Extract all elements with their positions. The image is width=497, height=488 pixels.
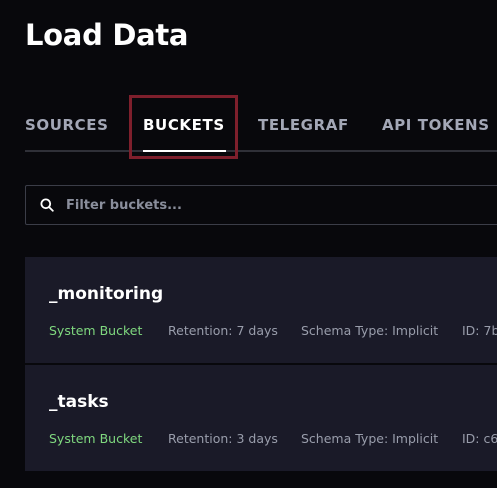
search-icon	[40, 198, 54, 212]
tab-bar: SOURCES BUCKETS TELEGRAF API TOKENS	[25, 92, 497, 152]
bucket-id: ID: 7b	[462, 323, 497, 338]
bucket-card: _monitoring System Bucket Retention: 7 d…	[25, 257, 497, 363]
bucket-name-link[interactable]: _monitoring	[49, 284, 163, 304]
bucket-card: _tasks System Bucket Retention: 3 days S…	[25, 365, 497, 471]
tab-api-tokens[interactable]: API TOKENS	[382, 116, 490, 134]
bucket-retention: Retention: 3 days	[168, 431, 278, 446]
bucket-schema-type: Schema Type: Implicit	[301, 323, 439, 338]
bucket-retention: Retention: 7 days	[168, 323, 278, 338]
system-bucket-badge: System Bucket	[49, 431, 143, 446]
bucket-name-link[interactable]: _tasks	[49, 392, 109, 412]
bucket-schema-type: Schema Type: Implicit	[301, 431, 439, 446]
filter-buckets-input[interactable]	[66, 186, 496, 224]
tab-highlight-box	[129, 95, 238, 159]
system-bucket-badge: System Bucket	[49, 323, 143, 338]
bucket-id: ID: c6	[462, 431, 497, 446]
tab-sources[interactable]: SOURCES	[25, 116, 109, 134]
load-data-page: Load Data SOURCES BUCKETS TELEGRAF API T…	[0, 0, 497, 488]
filter-buckets-field[interactable]	[25, 185, 497, 225]
page-title: Load Data	[25, 18, 189, 52]
tab-telegraf[interactable]: TELEGRAF	[258, 116, 349, 134]
